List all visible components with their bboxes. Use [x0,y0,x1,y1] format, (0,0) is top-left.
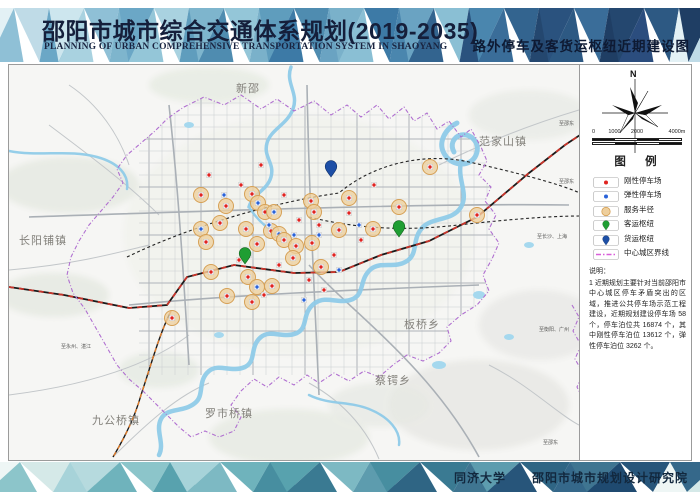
rigid-parking-marker [238,182,243,187]
town-label: 九公桥镇 [92,413,140,427]
service-radius-marker [165,311,180,326]
service-radius-marker [314,260,329,275]
service-radius-marker [286,251,301,266]
rigid-parking-marker [346,210,351,215]
service-radius-marker [307,205,322,220]
dot-blue-icon [593,189,619,200]
line-magenta-icon [593,247,619,258]
rigid-parking-marker [281,192,286,197]
flexible-parking-marker [316,232,321,237]
legend-item-label: 弹性停车场 [624,189,662,200]
town-label: 蔡锷乡 [375,373,411,387]
pin-blue-icon [593,233,619,244]
flexible-parking-marker [266,222,271,227]
legend-item: 刚性停车场 [593,173,687,188]
org-university: 同济大学 [454,469,506,486]
rigid-parking-marker [261,292,266,297]
service-radius-marker [220,289,235,304]
legend-item: 中心城区界线 [593,246,687,261]
legend-item-label: 服务半径 [624,204,654,215]
scale-tick: 0 [592,129,595,135]
town-label: 板桥乡 [404,317,440,331]
road-destination-label: 至邵东 [559,178,574,185]
circle-tan-icon [593,204,619,215]
footer-banner: 同济大学 邵阳市城市规划设计研究院 [0,462,700,492]
service-radius-marker [267,205,282,220]
notes: 说明： 1 近期规划主要针对当前邵阳市中心城区停车矛盾突出的区域，推进公共停车场… [589,267,686,352]
flexible-parking-marker [356,222,361,227]
flexible-parking-marker [336,267,341,272]
map-frame: 新邵范家山镇长阳铺镇板桥乡蔡锷乡九公桥镇罗市桥镇至邵东至邵东至长沙、上海至衡阳、… [8,64,692,461]
service-radius-marker [470,208,485,223]
town-label: 范家山镇 [479,134,527,148]
service-radius-marker [239,222,254,237]
legend-title: 图 例 [580,153,691,169]
page-title: 邵阳市城市综合交通体系规划(2019-2035) [42,12,478,46]
map-canvas: 新邵范家山镇长阳铺镇板桥乡蔡锷乡九公桥镇罗市桥镇至邵东至邵东至长沙、上海至衡阳、… [9,65,579,460]
service-radius-marker [199,235,214,250]
service-radius-marker [250,237,265,252]
rigid-parking-marker [331,252,336,257]
page: { "header": { "title_zh": "邵阳市城市综合交通体系规划… [0,0,700,495]
service-radius-marker [332,223,347,238]
legend-item: 客运枢纽 [593,217,687,232]
service-radius-marker [245,295,260,310]
road-destination-label: 至长沙、上海 [537,233,567,240]
sheet-title: 路外停车及客货运枢纽近期建设图 [473,35,691,55]
legend-item-label: 客运枢纽 [624,218,654,229]
road-destination-label: 至邵东 [559,120,574,127]
rigid-parking-marker [316,222,321,227]
legend-item-label: 货运枢纽 [624,233,654,244]
flexible-parking-marker [301,297,306,302]
service-radius-marker [194,188,209,203]
rigid-parking-marker [321,287,326,292]
legend-item: 货运枢纽 [593,231,687,246]
road-destination-label: 至永州、湛江 [61,343,91,350]
header-banner: 邵阳市城市综合交通体系规划(2019-2035) PLANNING OF URB… [0,8,700,62]
rigid-parking-marker [206,172,211,177]
org-institute: 邵阳市城市规划设计研究院 [532,469,688,486]
legend-item: 服务半径 [593,202,687,217]
rigid-parking-marker [306,277,311,282]
scale-tick: 1000 [608,129,620,135]
town-label: 罗市桥镇 [205,406,253,420]
dot-red-icon [593,175,619,186]
notes-body: 1 近期规划主要针对当前邵阳市中心城区停车矛盾突出的区域，推进公共停车场示范工程… [589,280,686,350]
scale-bar: 0 1000 2000 4000m [592,129,682,151]
flexible-parking-marker [291,232,296,237]
scale-tick: 4000m [669,129,686,135]
service-radius-marker [392,200,407,215]
town-label: 新邵 [236,81,260,95]
rigid-parking-marker [276,262,281,267]
pin-green-icon [593,218,619,229]
service-radius-marker [342,191,357,206]
road-destination-label: 至衡阳、广州 [539,326,569,333]
flexible-parking-marker [221,192,226,197]
road-destination-label: 至邵东 [543,439,558,446]
legend-item: 弹性停车场 [593,188,687,203]
compass-north-label: N [630,69,637,79]
service-radius-marker [366,222,381,237]
legend-item-label: 刚性停车场 [624,175,662,186]
rigid-parking-marker [371,182,376,187]
scale-tick: 2000 [631,129,643,135]
rigid-parking-marker [358,237,363,242]
service-radius-marker [265,279,280,294]
rigid-parking-marker [258,162,263,167]
footer-organizations: 同济大学 邵阳市城市规划设计研究院 [454,462,688,492]
legend-panel: N 0 1000 2000 [579,65,691,460]
service-radius-marker [219,199,234,214]
service-radius-marker [423,160,438,175]
page-title-english: PLANNING OF URBAN COMPREHENSIVE TRANSPOR… [44,42,447,52]
legend-list: 刚性停车场弹性停车场服务半径客运枢纽货运枢纽中心城区界线 [593,173,687,260]
town-label: 长阳铺镇 [19,233,67,247]
legend-item-label: 中心城区界线 [624,247,669,258]
rigid-parking-marker [296,217,301,222]
service-radius-marker [213,216,228,231]
notes-title: 说明： [589,267,686,278]
service-radius-marker [204,265,219,280]
